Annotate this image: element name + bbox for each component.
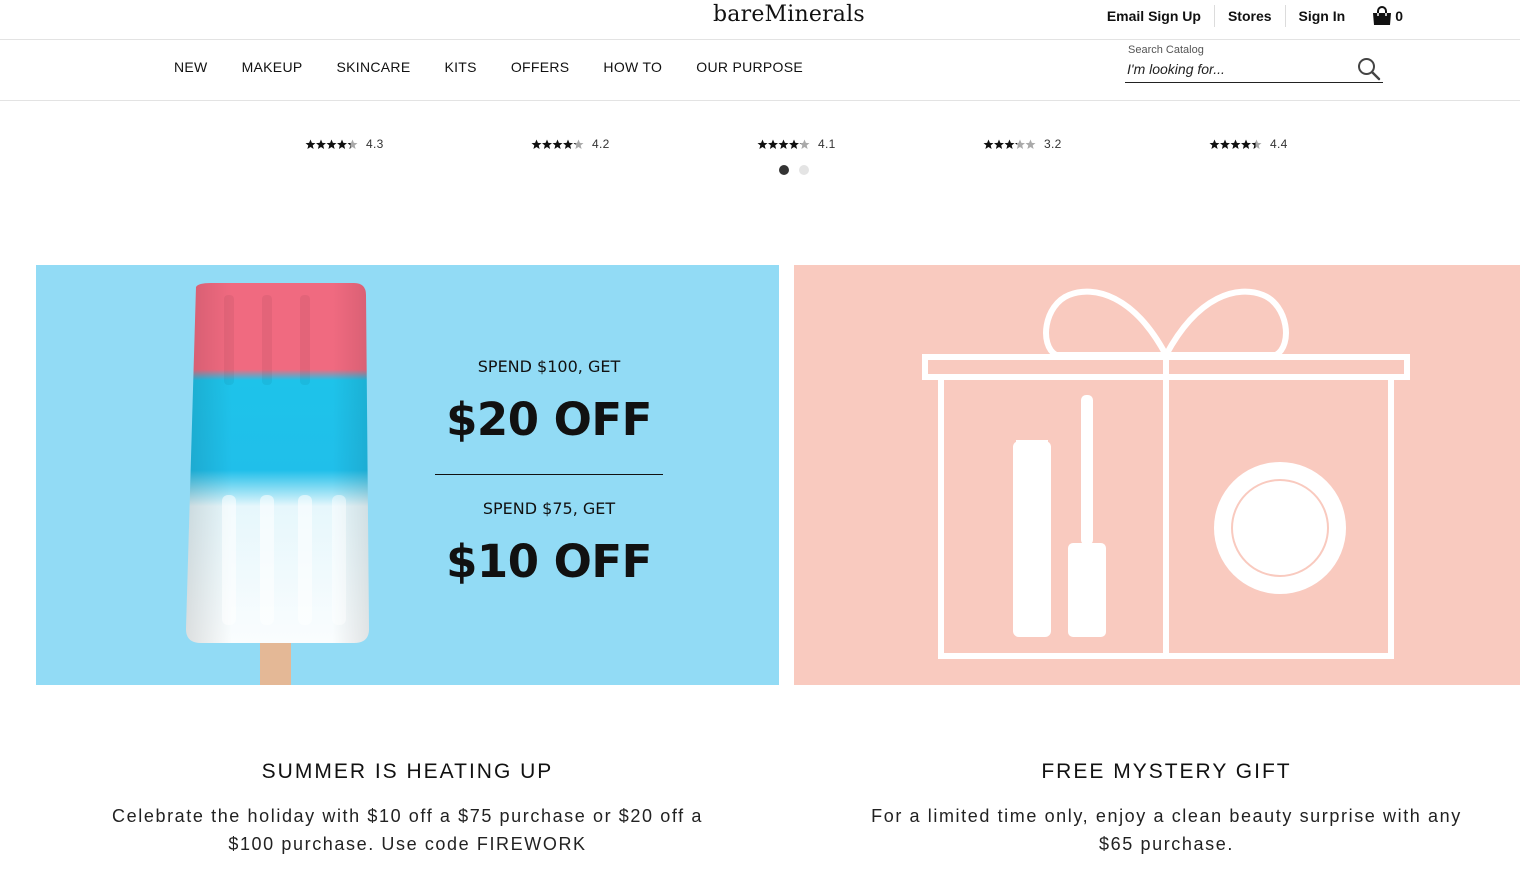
popsicle-image — [186, 283, 369, 685]
main-nav: NEW MAKEUP SKINCARE KITS OFFERS HOW TO O… — [157, 40, 820, 94]
star-rating-icon — [983, 139, 1038, 150]
search-button[interactable] — [1355, 56, 1383, 82]
star-icon — [1230, 139, 1241, 149]
rating-value: 4.1 — [818, 137, 836, 151]
top-utility-bar: bareMinerals Email Sign Up Stores Sign I… — [0, 0, 1520, 40]
offer-line-2-big: $10 OFF — [435, 537, 663, 587]
nav-item-how-to[interactable]: HOW TO — [586, 59, 679, 75]
star-icon — [757, 139, 768, 149]
star-icon — [326, 139, 337, 149]
carousel-dot-1[interactable] — [779, 165, 789, 175]
cart-button[interactable]: 0 — [1358, 6, 1403, 26]
cart-count: 0 — [1395, 8, 1403, 24]
product-rating: 4.2 — [531, 136, 610, 152]
sign-in-link[interactable]: Sign In — [1286, 5, 1359, 27]
offer-line-1-small: SPEND $100, GET — [477, 357, 621, 376]
email-signup-link[interactable]: Email Sign Up — [1094, 5, 1215, 27]
rating-value: 4.2 — [592, 137, 610, 151]
star-rating-icon — [757, 139, 812, 150]
star-icon — [1015, 139, 1025, 149]
mystery-gift-banner[interactable] — [794, 265, 1520, 685]
search-box: Search Catalog — [1125, 44, 1383, 83]
product-rating: 4.3 — [305, 136, 384, 152]
summer-promo-description: Celebrate the holiday with $10 off a $75… — [36, 802, 779, 858]
gift-box-illustration — [922, 288, 1410, 659]
summer-promo-title[interactable]: SUMMER IS HEATING UP — [36, 760, 779, 784]
star-rating-icon — [305, 139, 360, 150]
mystery-gift-text-line-1: For a limited time only, enjoy a clean b… — [871, 806, 1462, 826]
star-icon — [1220, 139, 1230, 149]
summer-promo-text-line-2: $100 purchase. Use code FIREWORK — [228, 834, 587, 854]
star-rating-icon — [1209, 139, 1264, 150]
star-icon — [563, 139, 573, 149]
star-icon — [983, 139, 994, 149]
utility-links: Email Sign Up Stores Sign In 0 — [1094, 5, 1403, 27]
main-navigation-bar: NEW MAKEUP SKINCARE KITS OFFERS HOW TO O… — [0, 40, 1520, 101]
mystery-gift-description: For a limited time only, enjoy a clean b… — [794, 802, 1520, 858]
star-icon — [799, 139, 810, 149]
star-icon — [337, 139, 347, 149]
star-icon — [994, 139, 1004, 149]
star-rating-icon — [531, 139, 586, 150]
rating-value: 4.3 — [366, 137, 384, 151]
star-icon — [552, 139, 563, 149]
rating-value: 4.4 — [1270, 137, 1288, 151]
mystery-gift-text-line-2: $65 purchase. — [1099, 834, 1234, 854]
rating-value: 3.2 — [1044, 137, 1062, 151]
search-icon — [1358, 58, 1381, 81]
carousel-dot-2[interactable] — [799, 165, 809, 175]
star-icon — [305, 139, 316, 149]
star-icon — [778, 139, 789, 149]
offer-divider — [435, 474, 663, 475]
nav-item-skincare[interactable]: SKINCARE — [320, 59, 428, 75]
product-rating: 4.1 — [757, 136, 836, 152]
star-icon — [789, 139, 799, 149]
nav-item-offers[interactable]: OFFERS — [494, 59, 587, 75]
stores-link[interactable]: Stores — [1215, 5, 1286, 27]
star-icon — [1209, 139, 1220, 149]
star-icon — [1025, 139, 1036, 149]
nav-item-new[interactable]: NEW — [157, 59, 225, 75]
star-icon — [1251, 139, 1262, 149]
carousel-pagination — [779, 165, 809, 175]
shopping-bag-icon — [1373, 6, 1392, 25]
star-icon — [768, 139, 778, 149]
star-icon — [1241, 139, 1251, 149]
star-icon — [316, 139, 326, 149]
star-icon — [531, 139, 542, 149]
offer-amount-10: $10 OFF — [446, 535, 652, 588]
search-label: Search Catalog — [1128, 44, 1204, 56]
star-icon — [542, 139, 552, 149]
offer-line-1-big: $20 OFF — [435, 395, 663, 445]
star-icon — [347, 139, 358, 149]
product-rating: 3.2 — [983, 136, 1062, 152]
star-icon — [1004, 139, 1015, 149]
summer-promo-text-line-1: Celebrate the holiday with $10 off a $75… — [112, 806, 703, 826]
nav-item-our-purpose[interactable]: OUR PURPOSE — [679, 59, 820, 75]
nav-item-makeup[interactable]: MAKEUP — [225, 59, 320, 75]
brand-logo[interactable]: bareMinerals — [713, 2, 865, 27]
product-rating: 4.4 — [1209, 136, 1288, 152]
search-input[interactable] — [1127, 59, 1347, 79]
offer-amount-20: $20 OFF — [446, 393, 652, 446]
offer-line-2-small: SPEND $75, GET — [482, 499, 616, 518]
mystery-gift-title[interactable]: FREE MYSTERY GIFT — [794, 760, 1520, 784]
nav-item-kits[interactable]: KITS — [427, 59, 493, 75]
star-icon — [573, 139, 584, 149]
summer-promo-banner[interactable]: SPEND $100, GET $20 OFF SPEND $75, GET $… — [36, 265, 779, 685]
